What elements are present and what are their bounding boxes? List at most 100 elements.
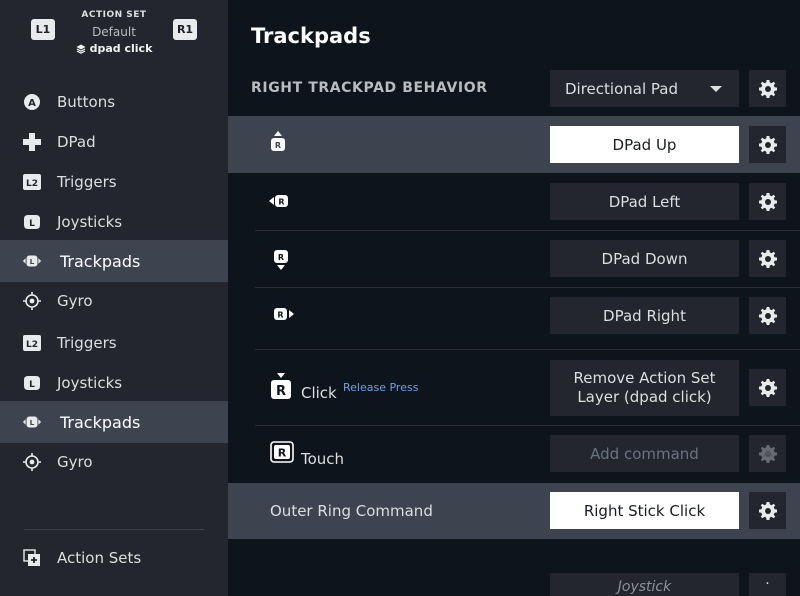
controller-config-screen: L1 ACTION SET Default dpad click R1 A Bu… <box>0 0 800 596</box>
command-settings-button-down[interactable] <box>749 240 786 277</box>
behavior-settings-button[interactable] <box>749 70 786 107</box>
layer-name: dpad click <box>89 42 153 55</box>
joystick-icon: L <box>22 212 42 232</box>
sidebar-item-label: Action Sets <box>57 549 142 567</box>
binding-row-outer-ring: Outer Ring Command Right Stick Click <box>228 483 800 539</box>
svg-text:L: L <box>30 257 35 266</box>
command-settings-button-click[interactable] <box>749 369 786 406</box>
gyro-icon <box>22 452 42 472</box>
sidebar-item-label: Triggers <box>57 334 117 352</box>
action-set-name: Default <box>92 25 136 39</box>
command-button-up[interactable]: DPad Up <box>550 126 739 163</box>
add-command-button-touch[interactable]: Add command <box>550 435 739 472</box>
sidebar-item-action-sets[interactable]: Action Sets <box>0 537 228 579</box>
trackpad-touch-icon: R <box>270 441 294 463</box>
l1-button[interactable]: L1 <box>31 19 55 40</box>
svg-text:L: L <box>29 219 35 229</box>
binding-row-touch: R Touch Add command <box>228 426 800 483</box>
action-set-label: ACTION SET <box>81 10 147 20</box>
trackpad-letter: R <box>276 384 286 399</box>
trackpad-click-icon: R <box>271 373 291 399</box>
command-button-outer-ring[interactable]: Right Stick Click <box>550 492 739 529</box>
gear-icon <box>758 444 777 463</box>
l2-trigger-icon: L2 <box>22 172 42 192</box>
binding-row-right: R DPad Right <box>228 288 800 349</box>
sidebar-item-label: DPad <box>57 133 96 151</box>
sidebar-item-joysticks[interactable]: L Joysticks <box>0 201 228 243</box>
sidebar: L1 ACTION SET Default dpad click R1 A Bu… <box>0 0 228 596</box>
sidebar-item-gyro-2[interactable]: Gyro <box>0 441 228 483</box>
trackpad-letter: R <box>275 141 281 150</box>
outer-ring-label: Outer Ring Command <box>270 502 433 520</box>
activation-mode-link[interactable]: Release Press <box>343 381 418 394</box>
svg-text:A: A <box>28 98 36 109</box>
sidebar-item-label: Joysticks <box>57 374 123 392</box>
command-settings-button-left[interactable] <box>749 183 786 220</box>
behavior-dropdown[interactable]: Directional Pad <box>550 70 739 107</box>
sidebar-item-trackpads-2[interactable]: L Trackpads <box>0 401 228 443</box>
sidebar-item-trackpads[interactable]: L Trackpads <box>0 240 228 282</box>
joystick-icon: L <box>22 373 42 393</box>
action-set-layer: dpad click <box>54 42 174 55</box>
gear-icon <box>758 79 777 98</box>
command-settings-button-touch[interactable] <box>749 435 786 472</box>
l2-trigger-icon: L2 <box>22 333 42 353</box>
gear-icon <box>758 378 777 397</box>
binding-row-up: R DPad Up <box>228 116 800 173</box>
trackpad-letter: R <box>278 198 284 207</box>
gyro-icon <box>22 291 42 311</box>
dot-icon: · <box>765 575 770 592</box>
trackpad-icon: L <box>22 412 42 432</box>
command-button-left[interactable]: DPad Left <box>550 183 739 220</box>
binding-row-left: R DPad Left <box>228 173 800 230</box>
sidebar-item-triggers[interactable]: L2 Triggers <box>0 161 228 203</box>
sidebar-item-label: Triggers <box>57 173 117 191</box>
page-title: Trackpads <box>251 24 371 48</box>
svg-text:L: L <box>30 418 35 427</box>
partial-settings-button-next[interactable]: · <box>749 573 786 596</box>
trackpad-left-icon: R <box>269 195 288 207</box>
command-settings-button-up[interactable] <box>749 126 786 163</box>
svg-text:L: L <box>29 380 35 390</box>
svg-text:L2: L2 <box>26 340 38 350</box>
gear-icon <box>758 192 777 211</box>
sidebar-item-gyro[interactable]: Gyro <box>0 280 228 322</box>
svg-text:L2: L2 <box>26 179 38 189</box>
command-button-right[interactable]: DPad Right <box>550 297 739 334</box>
command-button-down[interactable]: DPad Down <box>550 240 739 277</box>
r1-button[interactable]: R1 <box>173 19 197 40</box>
sidebar-item-joysticks-2[interactable]: L Joysticks <box>0 362 228 404</box>
sidebar-item-label: Gyro <box>57 292 93 310</box>
sidebar-item-buttons[interactable]: A Buttons <box>0 81 228 123</box>
gear-icon <box>758 306 777 325</box>
trackpad-icon: L <box>22 251 42 271</box>
trackpad-right-icon: R <box>274 308 294 320</box>
behavior-value: Directional Pad <box>565 79 678 98</box>
sidebar-item-label: Trackpads <box>60 251 141 271</box>
sidebar-item-label: Buttons <box>57 93 116 111</box>
binding-row-click: R Click Release Press Remove Action Set … <box>228 350 800 425</box>
sidebar-item-triggers-2[interactable]: L2 Triggers <box>0 322 228 364</box>
gear-icon <box>758 249 777 268</box>
chevron-down-icon <box>710 86 722 92</box>
binding-row-down: R DPad Down <box>228 231 800 287</box>
sidebar-item-label: Joysticks <box>57 213 123 231</box>
trackpad-up-icon: R <box>271 131 285 151</box>
action-sets-icon <box>22 548 42 568</box>
a-button-icon: A <box>22 92 42 112</box>
command-settings-button-right[interactable] <box>749 297 786 334</box>
sidebar-item-label: Trackpads <box>60 412 141 432</box>
dpad-icon <box>22 132 42 152</box>
partial-dropdown-next[interactable]: Joystick <box>550 573 739 596</box>
trackpad-letter: R <box>278 447 287 460</box>
layers-icon <box>76 44 86 54</box>
action-set-header: L1 ACTION SET Default dpad click R1 <box>0 0 228 72</box>
main-panel: Trackpads RIGHT TRACKPAD BEHAVIOR Direct… <box>228 0 800 596</box>
sidebar-item-dpad[interactable]: DPad <box>0 121 228 163</box>
command-settings-button-outer-ring[interactable] <box>749 492 786 529</box>
command-button-click[interactable]: Remove Action Set Layer (dpad click) <box>550 360 739 416</box>
sidebar-item-label: Gyro <box>57 453 93 471</box>
gear-icon <box>758 501 777 520</box>
trackpad-letter: R <box>277 311 283 320</box>
gear-icon <box>758 135 777 154</box>
